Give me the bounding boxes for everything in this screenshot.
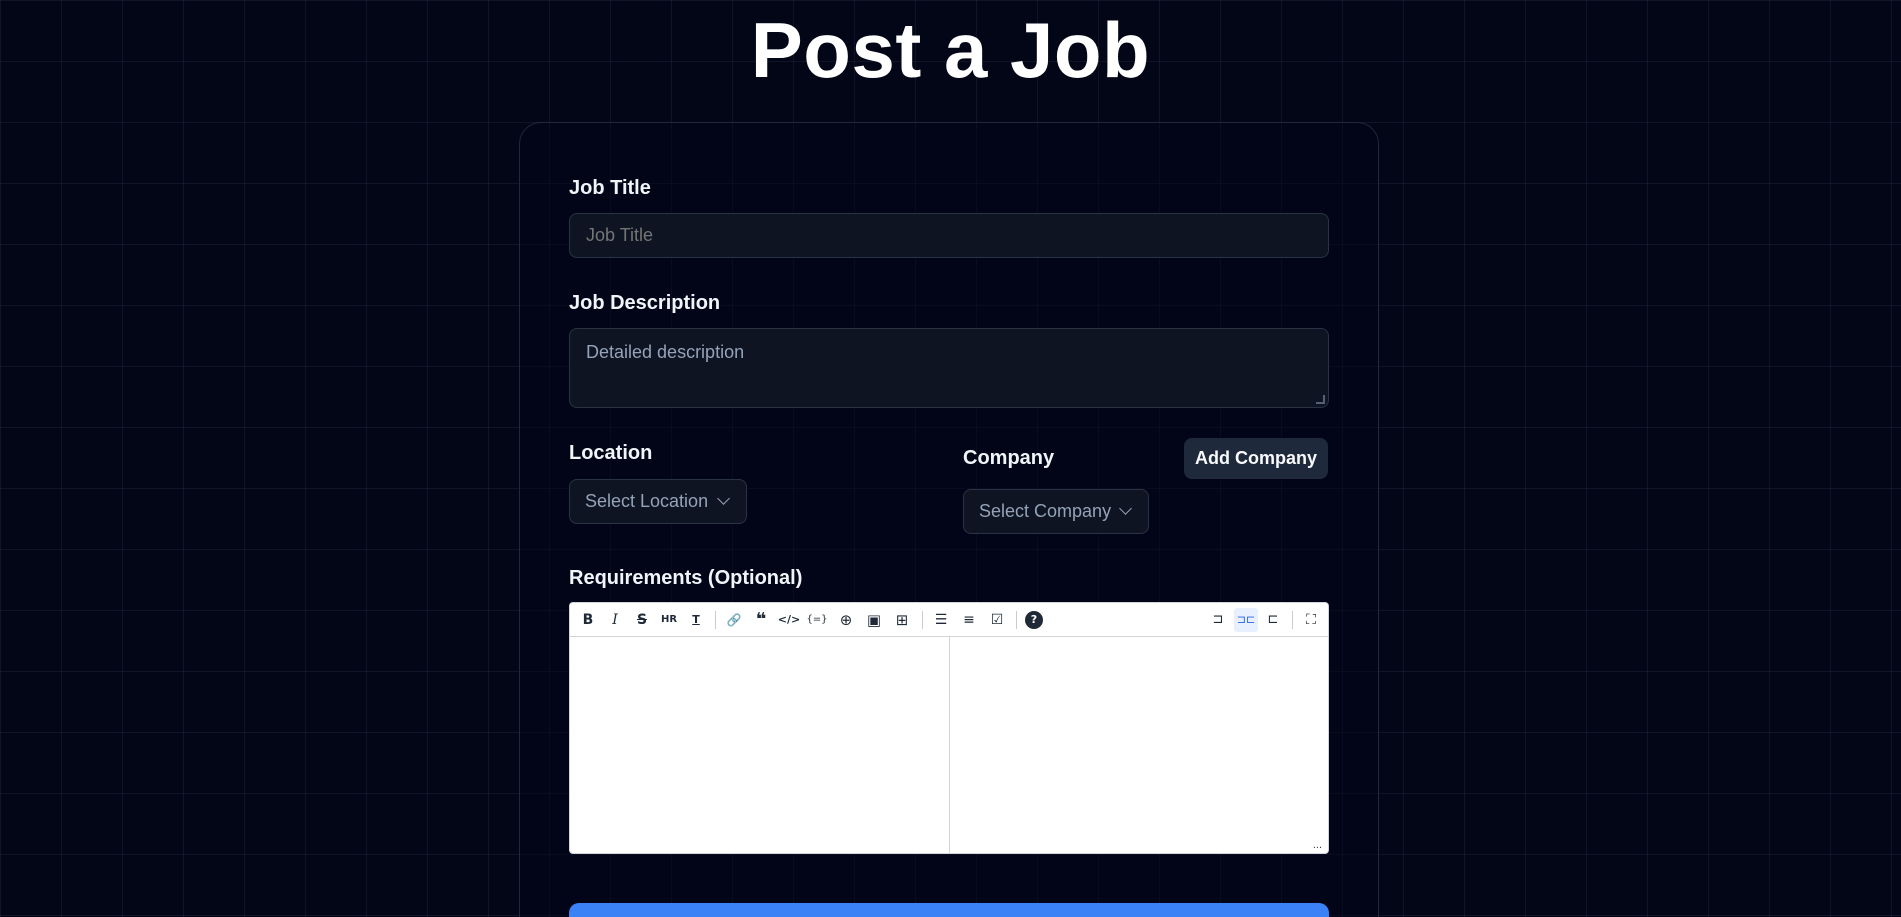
code-icon[interactable]: </>: [777, 608, 801, 632]
task-list-icon[interactable]: ☑: [985, 608, 1009, 632]
comment-icon[interactable]: ⊕: [834, 608, 858, 632]
horizontal-rule-icon[interactable]: HR: [657, 608, 681, 632]
strikethrough-icon[interactable]: S: [630, 608, 654, 632]
job-title-label: Job Title: [569, 177, 651, 199]
toolbar-divider: [715, 611, 716, 629]
editor-preview-pane: [950, 638, 1328, 853]
title-icon[interactable]: T: [684, 608, 708, 632]
editor-toolbar: B I S HR T 🔗 ❝ </> {=} ⊕ ▣ ⊞ ☰ ≡ ☑ ? ⊐ ⊐…: [570, 603, 1328, 637]
quote-icon[interactable]: ❝: [749, 608, 773, 632]
company-select-value: Select Company: [979, 501, 1112, 521]
page-title: Post a Job: [750, 6, 1151, 94]
editor-input-pane[interactable]: [570, 638, 949, 853]
job-description-textarea[interactable]: Detailed description: [569, 328, 1329, 408]
help-icon[interactable]: ?: [1025, 611, 1043, 629]
unordered-list-icon[interactable]: ☰: [929, 608, 953, 632]
location-select-value: Select Location: [585, 491, 709, 511]
location-label: Location: [569, 442, 653, 464]
submit-button[interactable]: [569, 903, 1329, 917]
job-description-label: Job Description: [569, 292, 721, 314]
editor-resize-handle[interactable]: ...: [1313, 839, 1322, 851]
requirements-label: Requirements (Optional): [569, 567, 803, 589]
job-description-placeholder: Detailed description: [586, 342, 745, 362]
image-icon[interactable]: ▣: [862, 608, 886, 632]
toolbar-divider: [922, 611, 923, 629]
company-select[interactable]: Select Company: [963, 489, 1149, 534]
toolbar-divider: [1292, 611, 1293, 629]
italic-icon[interactable]: I: [603, 608, 627, 632]
bold-icon[interactable]: B: [576, 608, 600, 632]
chevron-down-icon: [717, 492, 730, 505]
ordered-list-icon[interactable]: ≡: [957, 608, 981, 632]
preview-mode-icon[interactable]: ⊏: [1261, 608, 1285, 632]
resize-grip-icon[interactable]: [1316, 395, 1325, 404]
company-label: Company: [963, 447, 1055, 469]
job-title-input[interactable]: [569, 213, 1329, 258]
location-select[interactable]: Select Location: [569, 479, 747, 524]
split-mode-icon[interactable]: ⊐⊏: [1234, 608, 1258, 632]
edit-mode-icon[interactable]: ⊐: [1206, 608, 1230, 632]
toolbar-divider: [1016, 611, 1017, 629]
add-company-button[interactable]: Add Company: [1184, 438, 1328, 479]
table-icon[interactable]: ⊞: [890, 608, 914, 632]
markdown-editor[interactable]: B I S HR T 🔗 ❝ </> {=} ⊕ ▣ ⊞ ☰ ≡ ☑ ? ⊐ ⊐…: [569, 602, 1329, 854]
link-icon[interactable]: 🔗: [722, 608, 746, 632]
code-block-icon[interactable]: {=}: [805, 608, 829, 632]
fullscreen-icon[interactable]: ⛶: [1299, 608, 1323, 632]
chevron-down-icon: [1119, 502, 1132, 515]
